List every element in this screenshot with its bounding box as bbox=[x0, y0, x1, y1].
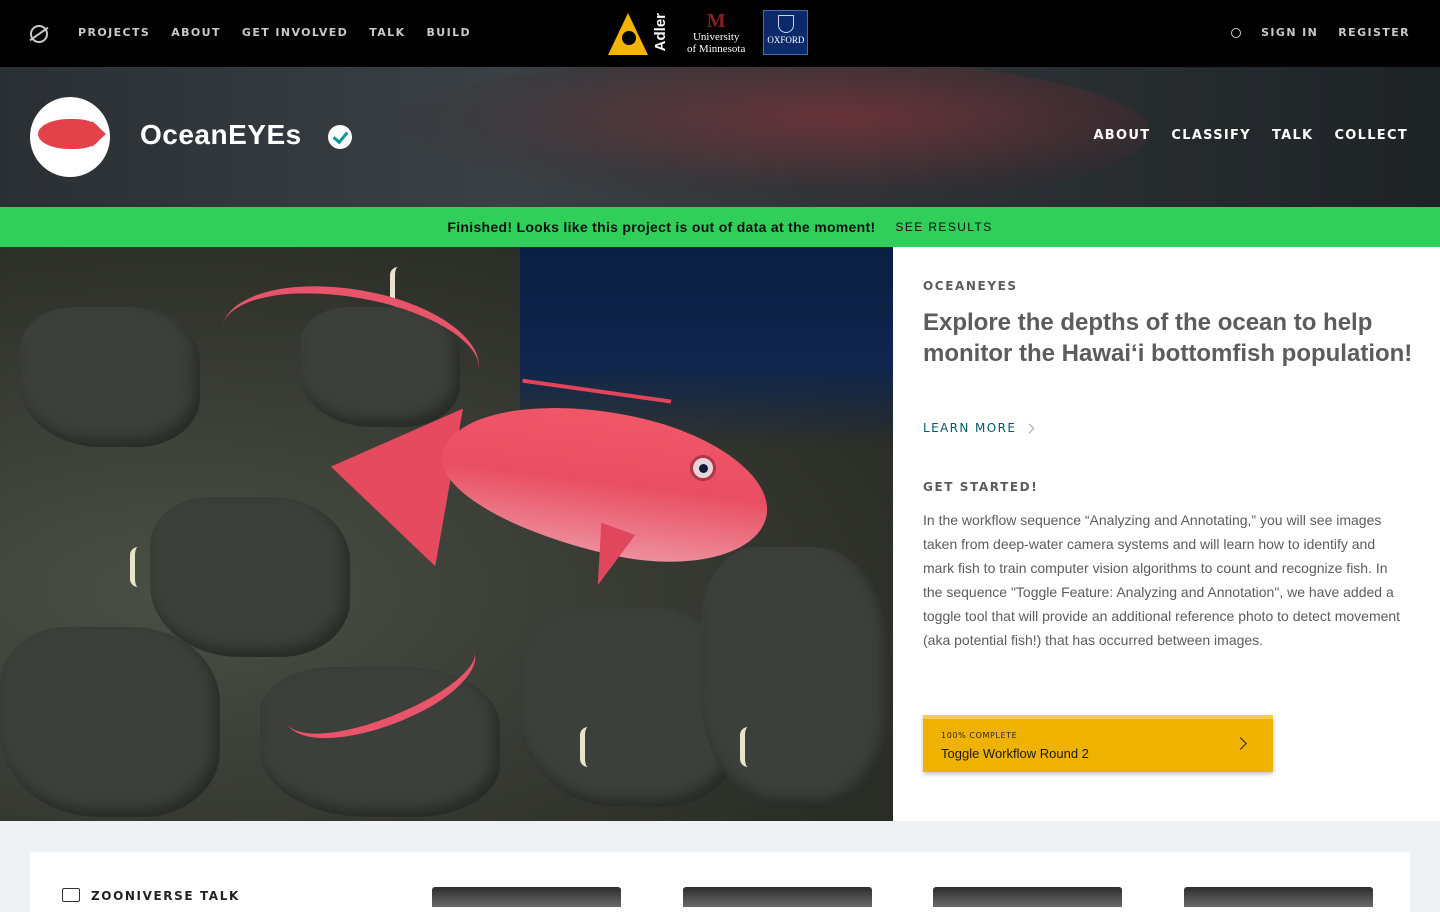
get-started-heading: GET STARTED! bbox=[923, 480, 1039, 494]
talk-title[interactable]: ZOONIVERSE TALK bbox=[91, 889, 240, 903]
adler-mark-icon bbox=[608, 11, 648, 55]
talk-thumbnail[interactable] bbox=[1184, 887, 1373, 907]
talk-thumbnail[interactable] bbox=[683, 887, 872, 907]
talk-thumbnail[interactable] bbox=[933, 887, 1122, 907]
main-nav: PROJECTS ABOUT GET INVOLVED TALK BUILD bbox=[78, 26, 471, 39]
adler-logo[interactable]: Adler bbox=[608, 11, 669, 55]
oxford-crest-icon bbox=[777, 15, 794, 33]
umn-line2: of Minnesota bbox=[687, 42, 746, 55]
project-intro-panel: OCEANEYES Explore the depths of the ocea… bbox=[893, 247, 1440, 821]
zooniverse-logo-icon[interactable] bbox=[30, 25, 48, 43]
avatar-fish-icon bbox=[38, 119, 100, 149]
workflow-name: Toggle Workflow Round 2 bbox=[941, 746, 1089, 761]
project-header: OceanEYEs ABOUT CLASSIFY TALK COLLECT bbox=[0, 67, 1440, 207]
partner-logos: Adler M University of Minnesota OXFORD bbox=[608, 10, 809, 55]
nav-talk[interactable]: TALK bbox=[369, 26, 405, 39]
project-avatar[interactable] bbox=[30, 97, 110, 177]
account-actions: SIGN IN REGISTER bbox=[1231, 26, 1410, 39]
project-nav-talk[interactable]: TALK bbox=[1272, 128, 1313, 143]
learn-more-link[interactable]: LEARN MORE bbox=[923, 421, 1035, 435]
banner-message: Finished! Looks like this project is out… bbox=[447, 219, 876, 235]
register-link[interactable]: REGISTER bbox=[1338, 26, 1410, 39]
oxford-label: OXFORD bbox=[767, 35, 805, 45]
workflow-status: 100% COMPLETE bbox=[941, 731, 1018, 740]
finished-banner: Finished! Looks like this project is out… bbox=[0, 207, 1440, 247]
nav-build[interactable]: BUILD bbox=[427, 26, 472, 39]
chevron-right-icon bbox=[1234, 737, 1247, 750]
project-nav: ABOUT CLASSIFY TALK COLLECT bbox=[1093, 128, 1408, 143]
talk-section: ZOONIVERSE TALK bbox=[30, 852, 1410, 912]
theme-toggle-icon[interactable] bbox=[1231, 27, 1242, 38]
project-nav-classify[interactable]: CLASSIFY bbox=[1171, 128, 1251, 143]
verified-badge-icon bbox=[328, 125, 352, 149]
nav-get-involved[interactable]: GET INVOLVED bbox=[242, 26, 348, 39]
workflow-button[interactable]: 100% COMPLETE Toggle Workflow Round 2 bbox=[923, 715, 1273, 772]
project-headline: Explore the depths of the ocean to help … bbox=[923, 309, 1413, 367]
project-description: In the workflow sequence “Analyzing and … bbox=[923, 512, 1401, 648]
project-kicker: OCEANEYES bbox=[923, 279, 1018, 293]
adler-wordmark: Adler bbox=[652, 13, 669, 52]
project-nav-about[interactable]: ABOUT bbox=[1093, 128, 1150, 143]
talk-thumbnail[interactable] bbox=[432, 887, 621, 907]
project-title[interactable]: OceanEYEs bbox=[140, 119, 302, 151]
umn-line1: University bbox=[692, 30, 740, 43]
nav-projects[interactable]: PROJECTS bbox=[78, 26, 150, 39]
header-background-image bbox=[390, 67, 1150, 207]
hero-image bbox=[0, 247, 893, 821]
sign-in-link[interactable]: SIGN IN bbox=[1261, 26, 1318, 39]
see-results-link[interactable]: SEE RESULTS bbox=[895, 220, 992, 234]
project-nav-collect[interactable]: COLLECT bbox=[1334, 128, 1408, 143]
umn-m-icon: M bbox=[706, 9, 726, 32]
learn-more-label: LEARN MORE bbox=[923, 421, 1017, 435]
nav-about[interactable]: ABOUT bbox=[171, 26, 221, 39]
umn-logo[interactable]: M University of Minnesota bbox=[687, 11, 745, 55]
oxford-logo[interactable]: OXFORD bbox=[763, 10, 809, 55]
chevron-right-icon bbox=[1024, 423, 1035, 433]
site-header: PROJECTS ABOUT GET INVOLVED TALK BUILD A… bbox=[0, 0, 1440, 67]
